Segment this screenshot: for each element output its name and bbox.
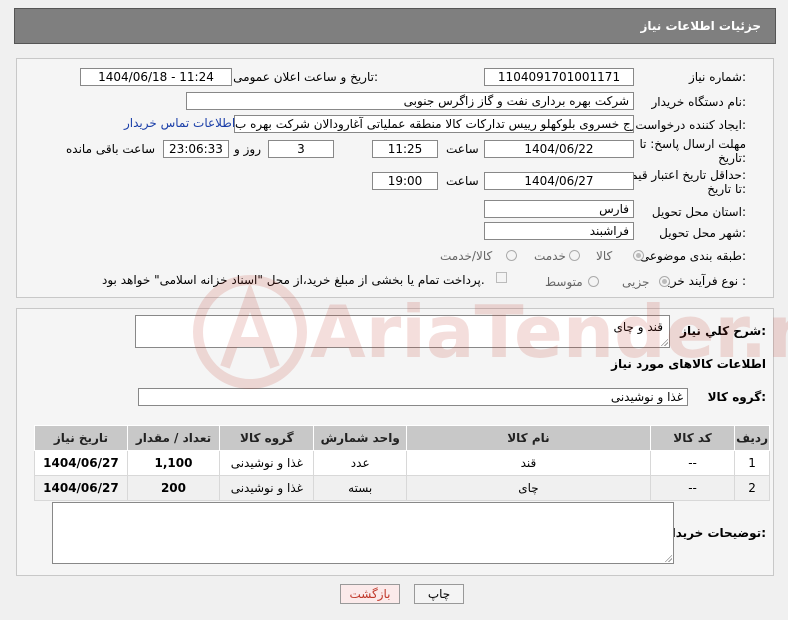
description-label: شرح کلي نياز: bbox=[680, 324, 766, 338]
description-text: قند و چای bbox=[613, 320, 663, 334]
category-label: طبقه بندی موضوعی: bbox=[639, 249, 746, 263]
resize-grip-icon bbox=[664, 554, 672, 562]
buyer-contact-link[interactable]: اطلاعات تماس خریدار bbox=[124, 116, 235, 130]
reply-time-field: 11:25 bbox=[372, 140, 438, 158]
requester-label: ایجاد کننده درخواست: bbox=[635, 118, 746, 132]
cell-group: غذا و نوشیدنی bbox=[219, 450, 315, 476]
category-goods-radio[interactable] bbox=[633, 250, 644, 261]
cell-date: 1404/06/27 bbox=[34, 475, 128, 501]
days-field: 3 bbox=[268, 140, 334, 158]
reply-deadline-label: مهلت ارسال پاسخ: تا bbox=[639, 137, 746, 151]
cell-row: 2 bbox=[734, 475, 770, 501]
cell-name: چای bbox=[405, 475, 651, 501]
purchase-partial-label: جزیی bbox=[622, 275, 650, 289]
city-field: فراشبند bbox=[484, 222, 634, 240]
resize-grip-icon bbox=[660, 338, 668, 346]
purchase-medium-radio[interactable] bbox=[588, 276, 599, 287]
cell-qty: 200 bbox=[126, 475, 221, 501]
requester-field: تورج خسروی بلوکهلو رییس تدارکات کالا منط… bbox=[234, 115, 634, 133]
hours-left-label: ساعت باقی مانده bbox=[66, 142, 156, 156]
col-name: نام کالا bbox=[405, 425, 651, 451]
price-validity-label: حداقل تاریخ اعتبار قیمت: bbox=[619, 168, 746, 182]
purchase-medium-label: متوسط bbox=[545, 275, 583, 289]
cell-name: قند bbox=[405, 450, 651, 476]
province-label: استان محل تحویل: bbox=[651, 205, 746, 219]
table-row: 2 -- چای بسته غذا و نوشیدنی 200 1404/06/… bbox=[34, 475, 770, 501]
payment-note: پرداخت تمام یا بخشی از مبلغ خرید،از محل … bbox=[102, 273, 485, 287]
reply-deadline-label-2: تاریخ: bbox=[718, 151, 746, 165]
cell-date: 1404/06/27 bbox=[34, 450, 128, 476]
category-service-radio[interactable] bbox=[569, 250, 580, 261]
announce-datetime-label: تاریخ و ساعت اعلان عمومی: bbox=[233, 70, 378, 84]
table-row: 1 -- قند عدد غذا و نوشیدنی 1,100 1404/06… bbox=[34, 450, 770, 476]
cell-unit: بسته bbox=[313, 475, 407, 501]
items-table-header: ردیف کد کالا نام کالا واحد شمارش گروه کا… bbox=[34, 425, 770, 451]
reply-date-field: 1404/06/22 bbox=[484, 140, 634, 158]
category-goods-label: کالا bbox=[596, 249, 613, 263]
remaining-time-field: 23:06:33 bbox=[163, 140, 229, 158]
category-goods-service-label: کالا/خدمت bbox=[440, 249, 493, 263]
city-label: شهر محل تحویل: bbox=[659, 226, 746, 240]
day-and-label: روز و bbox=[234, 142, 261, 156]
goods-group-label: گروه کالا: bbox=[707, 390, 766, 404]
back-button[interactable]: بازگشت bbox=[340, 584, 400, 604]
col-date: تاریخ نیاز bbox=[34, 425, 128, 451]
need-number-label: شماره نیاز: bbox=[688, 70, 746, 84]
col-unit: واحد شمارش bbox=[313, 425, 407, 451]
category-goods-service-radio[interactable] bbox=[506, 250, 517, 261]
purchase-type-label: نوع فرآیند خرید : bbox=[661, 274, 746, 288]
buyer-notes-textarea bbox=[52, 502, 674, 564]
cell-row: 1 bbox=[734, 450, 770, 476]
reply-hour-label: ساعت bbox=[446, 142, 479, 156]
treasury-payment-checkbox[interactable] bbox=[496, 272, 507, 283]
cell-qty: 1,100 bbox=[126, 450, 221, 476]
col-code: کد کالا bbox=[649, 425, 736, 451]
price-validity-label-2: تا تاریخ: bbox=[707, 182, 746, 196]
cell-unit: عدد bbox=[313, 450, 407, 476]
col-row: ردیف bbox=[734, 425, 770, 451]
need-number-field: 1104091701001171 bbox=[484, 68, 634, 86]
description-textarea: قند و چای bbox=[135, 315, 670, 348]
price-time-field: 19:00 bbox=[372, 172, 438, 190]
page-header: جزئیات اطلاعات نیاز bbox=[14, 8, 776, 44]
col-group: گروه کالا bbox=[219, 425, 315, 451]
print-button[interactable]: چاپ bbox=[414, 584, 464, 604]
price-hour-label: ساعت bbox=[446, 174, 479, 188]
announce-datetime-field: 1404/06/18 - 11:24 bbox=[80, 68, 232, 86]
buyer-notes-label: توضیحات خریدار: bbox=[664, 526, 766, 540]
cell-code: -- bbox=[649, 450, 736, 476]
col-qty: تعداد / مقدار bbox=[126, 425, 221, 451]
items-table: ردیف کد کالا نام کالا واحد شمارش گروه کا… bbox=[34, 425, 770, 501]
cell-code: -- bbox=[649, 475, 736, 501]
page-title: جزئیات اطلاعات نیاز bbox=[640, 19, 761, 33]
province-field: فارس bbox=[484, 200, 634, 218]
buyer-org-label: نام دستگاه خریدار: bbox=[651, 95, 747, 109]
buyer-org-field: شرکت بهره برداری نفت و گاز زاگرس جنوبی bbox=[186, 92, 634, 110]
items-info-heading: اطلاعات کالاهای مورد نیاز bbox=[611, 357, 766, 371]
goods-group-field: غذا و نوشیدنی bbox=[138, 388, 688, 406]
price-date-field: 1404/06/27 bbox=[484, 172, 634, 190]
purchase-partial-radio[interactable] bbox=[659, 276, 670, 287]
cell-group: غذا و نوشیدنی bbox=[219, 475, 315, 501]
category-service-label: خدمت bbox=[534, 249, 566, 263]
